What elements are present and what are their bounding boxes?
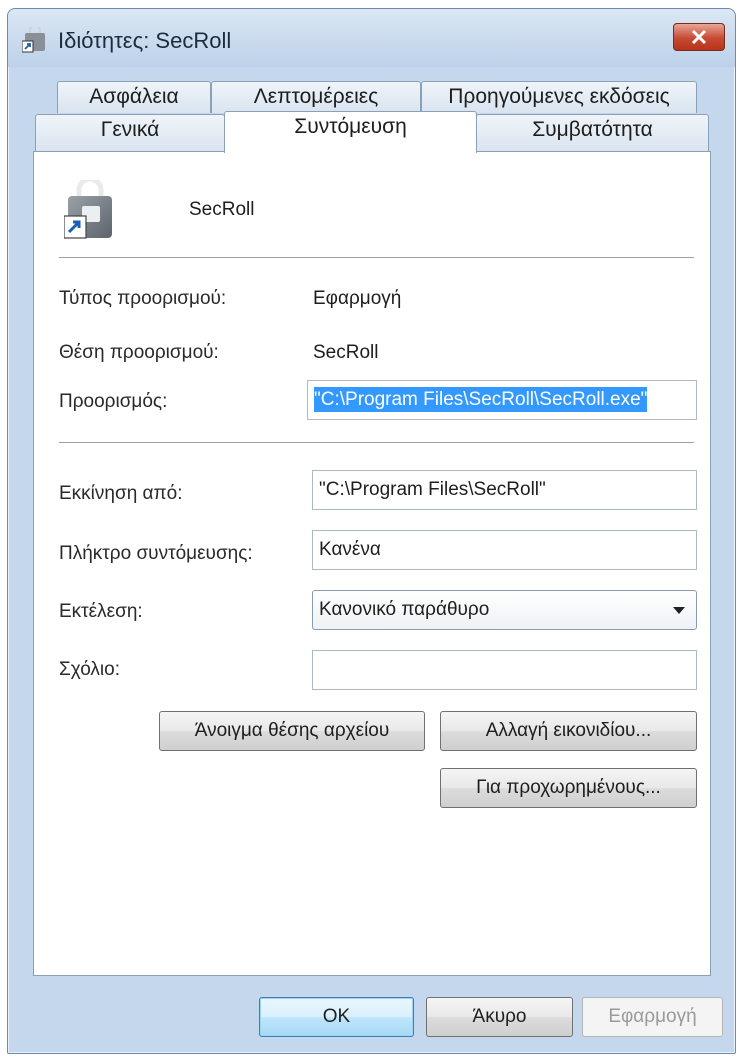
title-bar[interactable]: Ιδιότητες: SecRoll: [8, 9, 735, 67]
cancel-button[interactable]: Άκυρο: [426, 997, 573, 1037]
target-type-label: Τύπος προορισμού:: [59, 288, 227, 309]
target-label: Προορισμός:: [59, 391, 168, 412]
close-button[interactable]: [673, 23, 725, 51]
shortcut-app-icon: [21, 23, 48, 53]
shortcut-key-label: Πλήκτρο συντόμευσης:: [59, 543, 253, 564]
tab-security[interactable]: Ασφάλεια: [57, 81, 211, 113]
target-field-text: "C:\Program Files\SecRoll\SecRoll.exe": [314, 387, 648, 412]
start-in-label: Εκκίνηση από:: [59, 483, 183, 504]
close-icon: [691, 29, 707, 45]
tab-previous-versions[interactable]: Προηγούμενες εκδόσεις: [421, 81, 697, 113]
ok-button[interactable]: OK: [259, 997, 414, 1037]
run-label: Εκτέλεση:: [59, 601, 143, 622]
apply-button[interactable]: Εφαρμογή: [582, 997, 723, 1037]
divider: [59, 442, 694, 443]
target-location-value: SecRoll: [313, 342, 379, 363]
window-title: Ιδιότητες: SecRoll: [58, 28, 232, 53]
target-type-value: Εφαρμογή: [313, 288, 402, 309]
target-field[interactable]: "C:\Program Files\SecRoll\SecRoll.exe": [307, 380, 697, 420]
tab-shortcut[interactable]: Συντόμευση: [224, 111, 477, 153]
target-location-label: Θέση προορισμού:: [59, 342, 219, 363]
advanced-button[interactable]: Για προχωρημένους...: [440, 768, 697, 808]
comment-label: Σχόλιο:: [59, 659, 120, 680]
tab-compatibility[interactable]: Συμβατότητα: [476, 114, 709, 152]
start-in-field[interactable]: "C:\Program Files\SecRoll": [312, 470, 697, 510]
shortcut-key-field[interactable]: Κανένα: [312, 530, 697, 570]
lock-app-icon: [63, 176, 116, 240]
shortcut-name: SecRoll: [189, 199, 255, 220]
change-icon-button[interactable]: Αλλαγή εικονιδίου...: [440, 711, 697, 751]
run-select[interactable]: Κανονικό παράθυρο: [312, 590, 697, 630]
run-select-value: Κανονικό παράθυρο: [319, 599, 490, 620]
tab-details[interactable]: Λεπτομέρειες: [211, 81, 421, 113]
comment-field[interactable]: [312, 650, 697, 690]
chevron-down-icon: [673, 607, 685, 614]
tab-general[interactable]: Γενικά: [35, 114, 225, 152]
open-file-location-button[interactable]: Άνοιγμα θέσης αρχείου: [159, 711, 425, 751]
divider: [59, 257, 694, 258]
